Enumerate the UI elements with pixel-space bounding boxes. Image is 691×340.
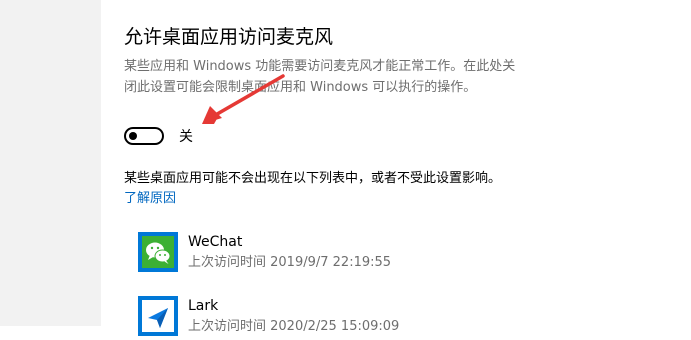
left-navigation-panel	[0, 0, 101, 326]
microphone-settings-section: 允许桌面应用访问麦克风 某些应用和 Windows 功能需要访问麦克风才能正常工…	[124, 0, 684, 336]
section-title: 允许桌面应用访问麦克风	[124, 26, 334, 48]
app-name: Lark	[188, 298, 219, 314]
app-last-access: 上次访问时间 2019/9/7 22:19:55	[188, 255, 392, 270]
description-line: 闭此设置可能会限制桌面应用和 Windows 可以执行的操作。	[124, 80, 477, 95]
learn-why-link[interactable]: 了解原因	[124, 189, 176, 209]
toggle-state-label: 关	[179, 129, 193, 145]
desktop-apps-microphone-toggle[interactable]	[124, 127, 164, 145]
list-note: 某些桌面应用可能不会出现在以下列表中，或者不受此设置影响。	[124, 171, 502, 186]
lark-icon	[138, 296, 178, 336]
app-last-access: 上次访问时间 2020/2/25 15:09:09	[188, 319, 400, 334]
app-name: WeChat	[188, 234, 243, 250]
toggle-knob	[129, 132, 137, 140]
wechat-icon	[138, 232, 178, 272]
section-description: 某些应用和 Windows 功能需要访问麦克风才能正常工作。在此处关 闭此设置可…	[124, 56, 584, 98]
app-list-item-lark: Lark 上次访问时间 2020/2/25 15:09:09	[138, 296, 538, 336]
description-line: 某些应用和 Windows 功能需要访问麦克风才能正常工作。在此处关	[124, 59, 516, 74]
desktop-apps-microphone-toggle-row: 关	[124, 125, 193, 147]
app-list-item-wechat: WeChat 上次访问时间 2019/9/7 22:19:55	[138, 232, 538, 272]
